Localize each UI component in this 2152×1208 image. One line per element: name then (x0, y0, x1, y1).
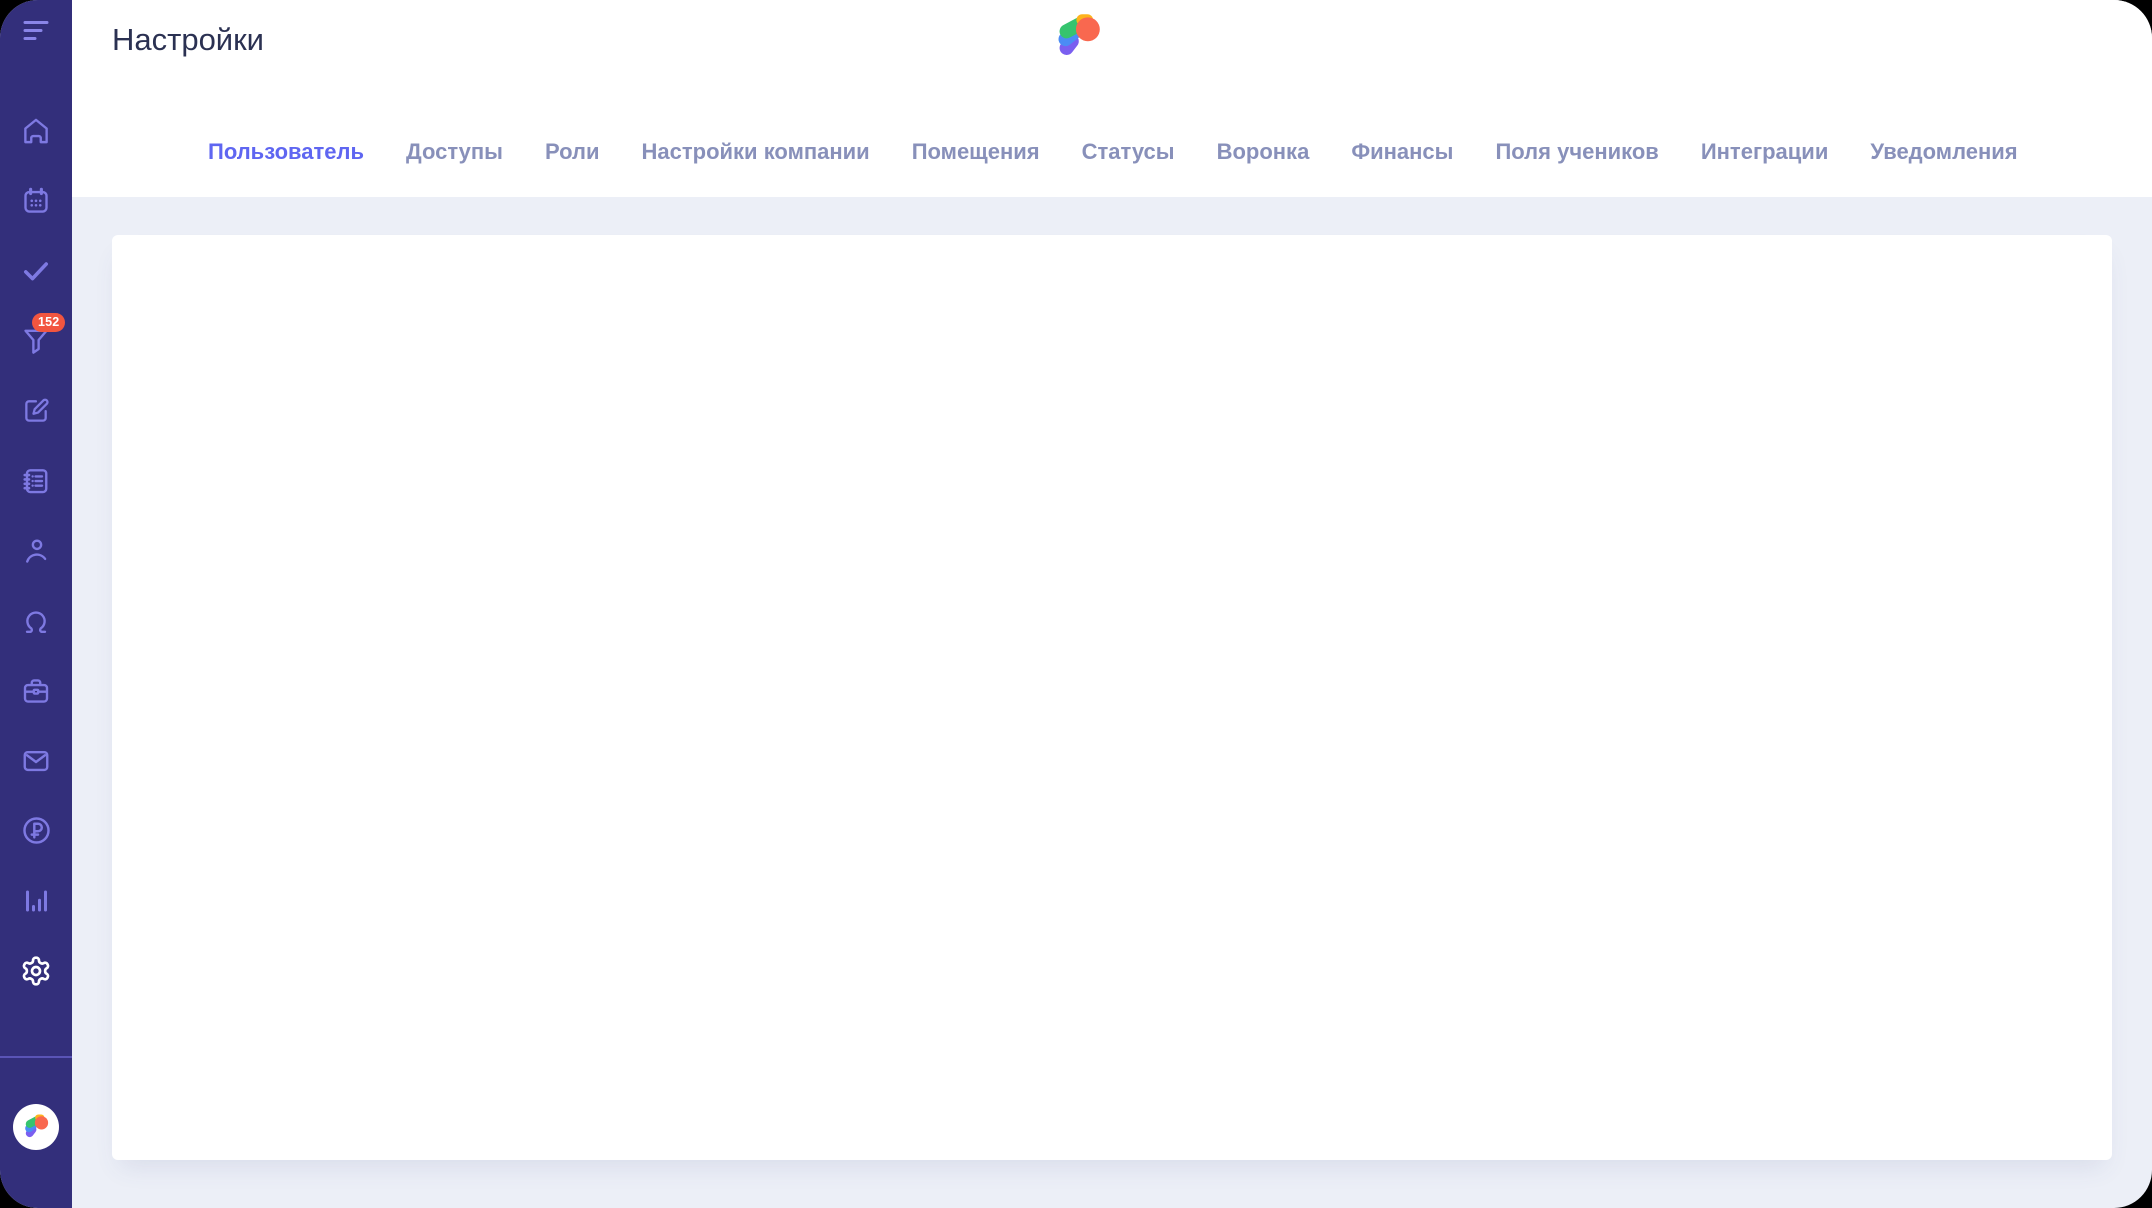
tab-statuses[interactable]: Статусы (1082, 139, 1175, 165)
sidebar-item-notes[interactable] (20, 396, 52, 428)
sidebar-item-tasks[interactable] (20, 256, 52, 288)
ruble-circle-icon (21, 815, 52, 849)
briefcase-icon (21, 676, 51, 709)
tab-notifications[interactable]: Уведомления (1870, 139, 2017, 165)
tab-roles[interactable]: Роли (545, 139, 600, 165)
calendar-icon (21, 186, 51, 219)
tab-student-fields[interactable]: Поля учеников (1495, 139, 1658, 165)
page-header: Настройки Пользователь Доступы Роли Наст… (72, 0, 2152, 197)
sidebar-item-finance[interactable] (20, 816, 52, 848)
sidebar-nav: 152 (0, 116, 72, 988)
home-icon (21, 116, 51, 149)
sidebar-item-clients[interactable] (20, 606, 52, 638)
bar-chart-icon (21, 886, 51, 919)
tab-funnel[interactable]: Воронка (1217, 139, 1310, 165)
sidebar-item-reports[interactable] (20, 886, 52, 918)
sidebar-divider (0, 1056, 72, 1058)
sidebar-item-settings[interactable] (20, 956, 52, 988)
settings-gear-icon (20, 955, 52, 990)
app-logo (1050, 10, 1106, 64)
sidebar-item-leads[interactable] (20, 536, 52, 568)
tab-integrations[interactable]: Интеграции (1701, 139, 1829, 165)
main-content (72, 197, 2152, 1208)
sidebar-item-mail[interactable] (20, 746, 52, 778)
sidebar-item-funnel[interactable]: 152 (20, 326, 52, 358)
menu-toggle-button[interactable] (0, 12, 72, 52)
funnel-count-badge: 152 (32, 313, 65, 332)
client-head-icon (21, 606, 51, 639)
tab-finance[interactable]: Финансы (1351, 139, 1453, 165)
tab-access[interactable]: Доступы (406, 139, 503, 165)
sidebar-item-groups[interactable] (20, 676, 52, 708)
sidebar: 152 (0, 0, 72, 1208)
paraplan-petal-logo (1051, 10, 1105, 65)
check-icon (21, 256, 51, 289)
sidebar-item-journal[interactable] (20, 466, 52, 498)
paraplan-petal-logo (21, 1112, 51, 1143)
tab-user[interactable]: Пользователь (208, 139, 364, 165)
mail-icon (21, 746, 51, 779)
user-icon (21, 536, 51, 569)
settings-tabs: Пользователь Доступы Роли Настройки комп… (208, 139, 2018, 165)
app-window: 152 (0, 0, 2152, 1208)
tab-company-settings[interactable]: Настройки компании (642, 139, 870, 165)
sidebar-item-dashboard[interactable] (20, 116, 52, 148)
notebook-icon (21, 466, 51, 499)
sidebar-item-schedule[interactable] (20, 186, 52, 218)
page-title: Настройки (112, 22, 264, 58)
workspace-avatar[interactable] (13, 1104, 59, 1150)
menu-lines-icon (20, 18, 52, 47)
tab-rooms[interactable]: Помещения (912, 139, 1040, 165)
edit-square-icon (22, 396, 51, 428)
content-card (112, 235, 2112, 1160)
